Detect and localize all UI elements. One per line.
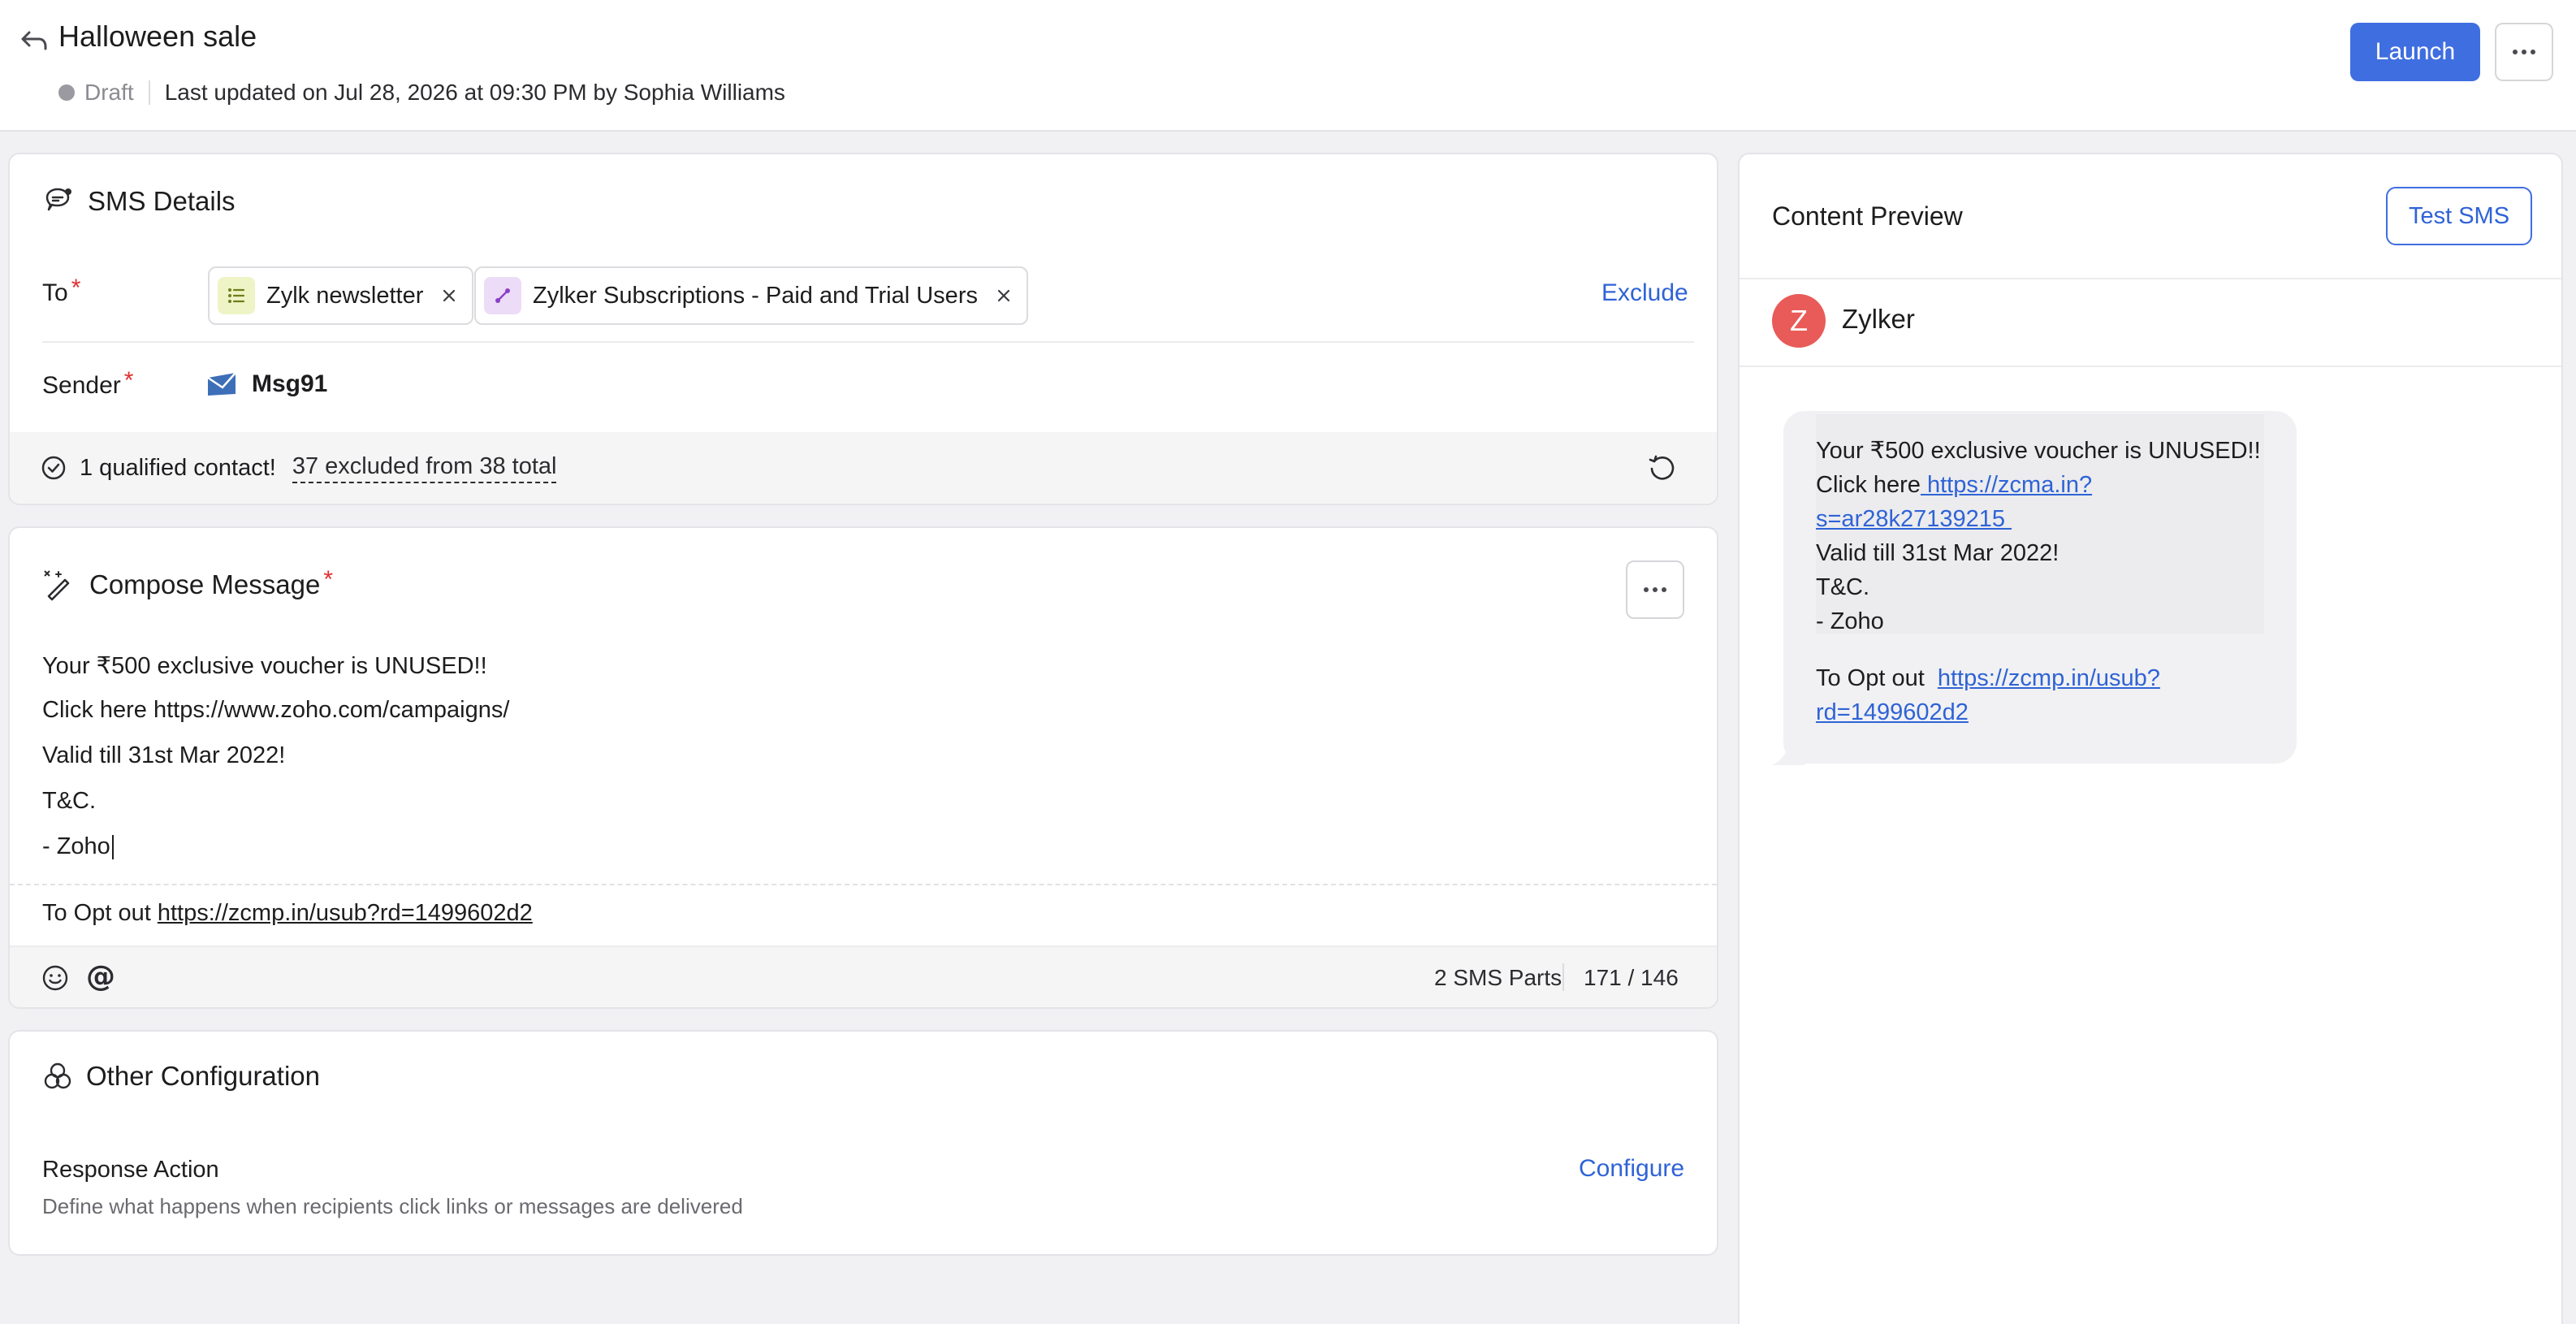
settings-cluster-icon [42,1061,73,1092]
check-circle-icon [41,455,67,481]
compose-more-button[interactable] [1626,560,1684,619]
field-divider [42,341,1694,343]
recipient-chip-subscriptions[interactable]: Zylker Subscriptions - Paid and Trial Us… [474,266,1028,325]
exclude-link[interactable]: Exclude [1601,279,1688,307]
preview-optout-link[interactable]: https://zcmp.in/usub? [1938,665,2160,691]
emoji-icon[interactable] [41,963,70,993]
preview-line: Your ₹500 exclusive voucher is UNUSED!! [1816,438,2261,464]
magic-pen-icon [42,569,75,601]
recipient-chip-newsletter[interactable]: Zylk newsletter [208,266,474,325]
launch-button[interactable]: Launch [2350,23,2480,81]
preview-sender-divider [1740,366,2561,367]
sender-avatar: Z [1772,294,1826,348]
bubble-tail [1772,733,1804,765]
preview-link-line: s=ar28k27139215 [1816,502,2012,536]
message-editor[interactable]: Your ₹500 exclusive voucher is UNUSED!! … [10,642,1717,882]
optout-line: To Opt out https://zcmp.in/usub?rd=14996… [42,900,533,927]
preview-optout-line: To Opt out https://zcmp.in/usub? [1816,661,2160,695]
required-mark: * [123,367,134,394]
to-label: To * [42,275,80,307]
recipient-chip-label: Zylker Subscriptions - Paid and Trial Us… [533,282,978,309]
sender-label: Sender * [42,367,133,400]
back-arrow-icon[interactable] [18,24,50,57]
sms-chat-icon [42,185,75,218]
refresh-icon[interactable] [1647,453,1678,484]
msg91-logo-icon [206,371,237,397]
other-configuration-card: Other Configuration Response Action Defi… [8,1030,1718,1256]
message-line: Valid till 31st Mar 2022! [42,742,286,768]
page-header: Halloween sale Draft Last updated on Jul… [0,0,2576,132]
compose-message-card: Compose Message * Your ₹500 exclusive vou… [8,526,1718,1009]
preview-sender-name: Zylker [1842,304,1915,334]
preview-title: Content Preview [1772,201,1963,231]
sms-details-title: SMS Details [88,186,236,216]
remove-chip-close-icon[interactable] [992,284,1015,307]
to-label-text: To [42,279,68,306]
footer-divider [1562,963,1564,991]
more-horizontal-icon [1644,587,1666,592]
compose-title: Compose Message [89,569,321,599]
status-badge: Draft [84,80,134,105]
message-line: T&C. [42,788,97,814]
preview-link[interactable]: https://zcma.in? [1921,472,2092,498]
status-dot [58,84,75,101]
preview-line: Valid till 31st Mar 2022! [1816,540,2060,566]
preview-header-divider [1740,278,2561,279]
preview-link-line: Click here https://zcma.in? [1816,468,2092,502]
sms-parts-count: 2 SMS Parts [1434,965,1562,990]
response-action-description: Define what happens when recipients clic… [42,1194,743,1218]
content-preview-panel: Content Preview Test SMS Z Zylker Your ₹… [1738,153,2563,1324]
remove-chip-close-icon[interactable] [438,284,460,307]
sms-details-card: SMS Details To * Zylk newsletter Zylker S… [8,153,1718,505]
sender-name: Msg91 [252,370,328,397]
response-action-label: Response Action [42,1157,219,1183]
mention-icon[interactable]: @ [86,960,115,993]
qualified-count-text: 1 qualified contact! [80,454,276,481]
sms-details-heading: SMS Details [42,185,236,218]
segment-icon [484,277,521,314]
optout-link[interactable]: https://zcmp.in/usub?rd=1499602d2 [158,900,533,926]
configure-link[interactable]: Configure [1579,1155,1684,1183]
compose-heading: Compose Message * [42,566,333,601]
message-line: Your ₹500 exclusive voucher is UNUSED!! [42,653,487,679]
preview-line: T&C. [1816,574,1870,600]
required-mark: * [323,566,333,593]
message-line: Click here https://www.zoho.com/campaign… [42,697,510,723]
excluded-count-link[interactable]: 37 excluded from 38 total [292,453,557,483]
page-title: Halloween sale [58,19,257,53]
sender-label-text: Sender [42,372,121,399]
character-count: 171 / 146 [1584,965,1679,990]
recipient-chip-label: Zylk newsletter [266,282,424,309]
compose-toolbar: @ 2 SMS Parts 171 / 146 [10,945,1717,1007]
more-horizontal-icon [2513,50,2535,54]
preview-optout-prefix: To Opt out [1816,665,1925,691]
list-icon [218,277,255,314]
preview-optout-line: rd=1499602d2 [1816,695,1969,729]
preview-optout-link[interactable]: rd=1499602d2 [1816,699,1969,725]
text-cursor [111,835,114,860]
optout-divider [10,884,1717,885]
last-updated-text: Last updated on Jul 28, 2026 at 09:30 PM… [164,80,785,105]
message-line-last: - Zoho [42,833,114,860]
preview-line: - Zoho [1816,608,1884,634]
status-row: Draft Last updated on Jul 28, 2026 at 09… [58,76,785,109]
sender-value[interactable]: Msg91 [206,370,327,398]
message-line-text: - Zoho [42,833,110,859]
preview-click-here: Click here [1816,472,1921,498]
preview-link[interactable]: s=ar28k27139215 [1816,506,2012,532]
test-sms-button[interactable]: Test SMS [2386,187,2532,245]
optout-prefix: To Opt out [42,900,151,926]
other-config-heading: Other Configuration [42,1061,320,1092]
qualified-contacts-bar: 1 qualified contact! 37 excluded from 38… [10,432,1717,504]
more-options-button[interactable] [2495,23,2553,81]
status-divider [148,80,150,105]
required-mark: * [71,275,81,301]
other-config-title: Other Configuration [86,1061,320,1091]
